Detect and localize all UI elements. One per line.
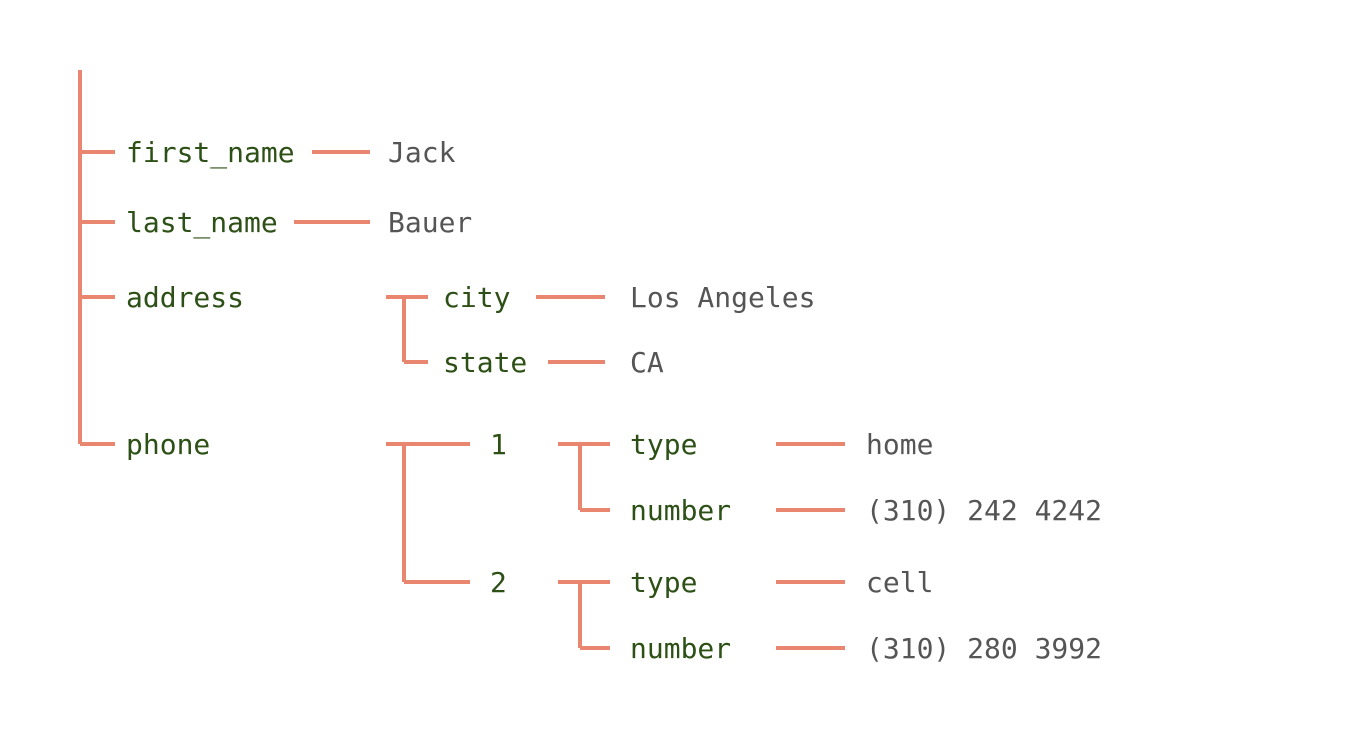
- key-state: state: [443, 346, 527, 379]
- key-phone2-type: type: [630, 566, 697, 599]
- value-phone2-number: (310) 280 3992: [866, 632, 1102, 665]
- value-city: Los Angeles: [630, 281, 815, 314]
- key-phone2-number: number: [630, 632, 731, 665]
- tree-diagram: first_name Jack last_name Bauer address …: [0, 0, 1350, 756]
- value-phone2-type: cell: [866, 566, 933, 599]
- key-phone2: 2: [490, 566, 507, 599]
- value-phone1-number: (310) 242 4242: [866, 494, 1102, 527]
- key-phone1-number: number: [630, 494, 731, 527]
- key-phone1-type: type: [630, 428, 697, 461]
- key-city: city: [443, 281, 510, 314]
- value-phone1-type: home: [866, 428, 933, 461]
- value-last-name: Bauer: [388, 206, 472, 239]
- value-first-name: Jack: [388, 136, 456, 169]
- key-first-name: first_name: [126, 136, 295, 170]
- key-address: address: [126, 281, 244, 314]
- key-phone1: 1: [490, 428, 507, 461]
- key-phone: phone: [126, 428, 210, 461]
- value-state: CA: [630, 346, 664, 379]
- key-last-name: last_name: [126, 206, 278, 240]
